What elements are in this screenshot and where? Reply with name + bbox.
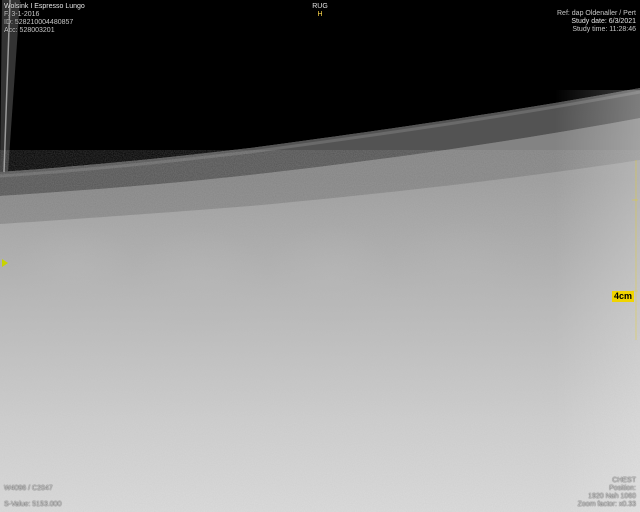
study-time: Study time: 11:28:46 bbox=[572, 26, 636, 33]
series-info-overlay: CHEST Position: 1920 Nah 1060 Zoom facto… bbox=[578, 477, 636, 509]
orientation-overlay: RUG H bbox=[0, 3, 640, 19]
accession-number: Acc: 528003201 bbox=[4, 27, 55, 34]
s-value: S-Value: 5153.000 bbox=[4, 501, 62, 508]
window-level: W4096 / C2047 bbox=[4, 485, 53, 492]
image-viewport[interactable]: Wolsink I Espresso Lungo F. 3-1-2016 ID:… bbox=[0, 0, 640, 512]
series-detail: 1920 Nah 1060 bbox=[588, 493, 636, 500]
study-date: Study date: 6/3/2021 bbox=[571, 18, 636, 25]
orientation-marker: H bbox=[317, 11, 323, 18]
zoom-factor: Zoom factor: x0.33 bbox=[577, 501, 636, 508]
referrer: Ref: dap Oldenaller / Pert bbox=[557, 10, 636, 17]
left-marker-icon bbox=[2, 259, 8, 267]
window-info-overlay: W4096 / C2047 S-Value: 5153.000 bbox=[4, 485, 61, 509]
study-info-overlay: Ref: dap Oldenaller / Pert Study date: 6… bbox=[557, 10, 636, 34]
body-part: CHEST bbox=[612, 477, 636, 484]
position-label: Position: bbox=[609, 485, 636, 492]
scale-marker-label: 4cm bbox=[611, 291, 634, 302]
orientation-label: RUG bbox=[312, 3, 328, 10]
radiograph-image bbox=[0, 0, 640, 512]
patient-id: ID: 528210004480857 bbox=[4, 19, 74, 26]
scale-ruler bbox=[632, 160, 638, 340]
